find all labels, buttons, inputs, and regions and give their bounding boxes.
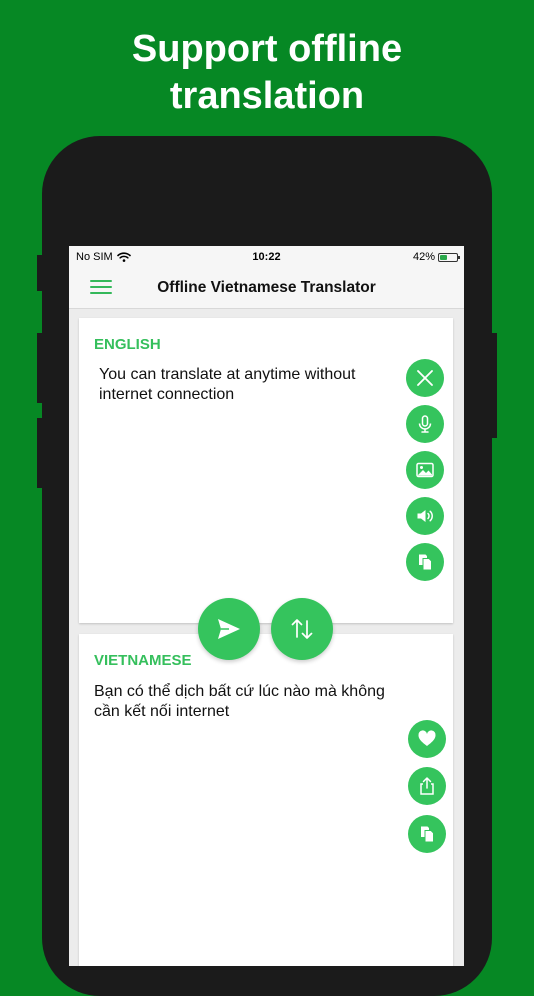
swap-icon — [291, 619, 313, 639]
battery-icon — [438, 252, 460, 262]
nav-title: Offline Vietnamese Translator — [157, 279, 376, 296]
battery-fill — [440, 254, 447, 260]
copy-icon — [421, 826, 434, 843]
battery-percent: 42% — [412, 251, 435, 263]
target-language-label[interactable]: VIETNAMESE — [94, 652, 192, 669]
share-button[interactable] — [408, 767, 446, 805]
headline: Support offline translation — [0, 26, 534, 120]
status-right: 42% — [412, 251, 460, 263]
source-card: ENGLISH You can translate at anytime wit… — [79, 318, 453, 623]
favorite-button[interactable] — [408, 720, 446, 758]
copy-icon — [419, 554, 432, 571]
microphone-icon — [418, 415, 432, 433]
translate-button[interactable] — [198, 598, 260, 660]
phone-power-button — [492, 333, 497, 438]
copy-translation-button[interactable] — [408, 815, 446, 853]
source-text-input[interactable]: You can translate at anytime without int… — [99, 365, 389, 405]
translation-output: Bạn có thể dịch bất cứ lúc nào mà không … — [94, 683, 385, 720]
phone-mute-switch — [37, 255, 42, 291]
copy-source-button[interactable] — [406, 543, 444, 581]
image-button[interactable] — [406, 451, 444, 489]
battery-tip — [458, 255, 460, 259]
target-card: VIETNAMESE Bạn có thể dịch bất cứ lúc nà… — [79, 634, 453, 966]
send-icon — [218, 619, 240, 639]
microphone-button[interactable] — [406, 405, 444, 443]
clear-button[interactable] — [406, 359, 444, 397]
clear-icon — [417, 370, 433, 386]
speaker-button[interactable] — [406, 497, 444, 535]
source-language-label[interactable]: ENGLISH — [94, 336, 161, 353]
headline-line-1: Support offline — [131, 28, 403, 70]
heart-icon — [418, 730, 436, 746]
headline-line-2: translation — [169, 75, 365, 117]
status-time: 10:22 — [252, 251, 281, 263]
phone-volume-up — [37, 333, 42, 403]
speaker-icon — [417, 510, 433, 522]
share-icon — [420, 777, 434, 795]
phone-volume-down — [37, 418, 42, 488]
image-icon — [416, 462, 434, 478]
status-bar: No SIM 10:22 42% — [69, 246, 464, 268]
app-screen: No SIM 10:22 42% Offline Vietnamese Tran… — [69, 246, 464, 966]
swap-languages-button[interactable] — [271, 598, 333, 660]
nav-bar: Offline Vietnamese Translator — [69, 268, 464, 309]
